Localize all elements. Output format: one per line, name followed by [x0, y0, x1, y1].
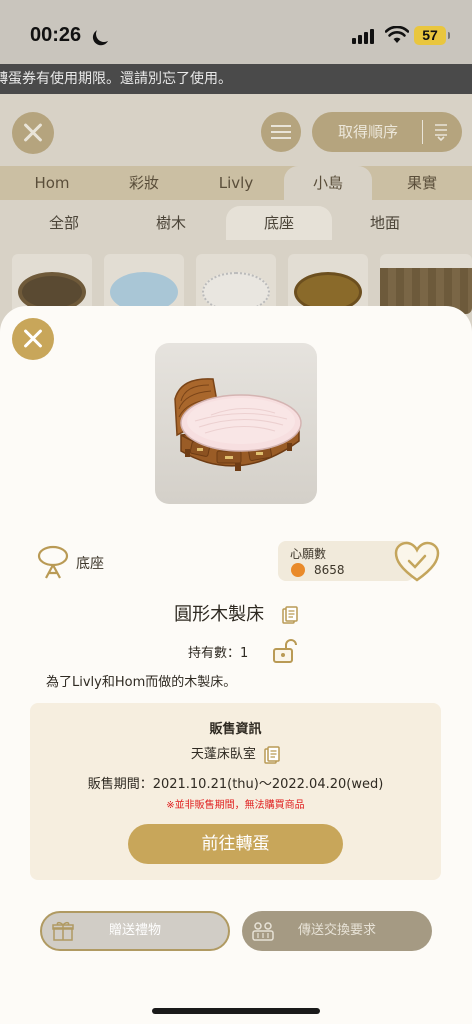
status-time: 00:26	[30, 24, 82, 46]
sort-label: 取得順序	[338, 123, 399, 141]
category-label: 底座	[76, 556, 104, 572]
send-trade-request-button[interactable]: 傳送交換要求	[242, 911, 432, 951]
status-bar: 00:26 57	[0, 0, 472, 64]
signal-icon	[352, 28, 378, 44]
filter-button[interactable]	[261, 112, 301, 152]
gift-icon	[52, 921, 74, 941]
owned-count: 持有數：1	[188, 646, 249, 661]
background-close-button[interactable]	[12, 112, 54, 154]
item-description: 為了Livly和Hom而做的木製床。	[46, 675, 237, 690]
home-indicator[interactable]	[152, 1008, 320, 1014]
sort-icon	[435, 124, 447, 141]
item-thumbnail[interactable]	[104, 254, 184, 314]
send-gift-button[interactable]: 贈送禮物	[40, 911, 230, 951]
sales-shop-row: 天蓬床臥室	[30, 743, 441, 764]
base-category-icon	[37, 545, 69, 579]
tab-hom[interactable]: Hom	[22, 166, 82, 200]
item-thumbnail[interactable]	[196, 254, 276, 314]
item-name: 圓形木製床	[174, 604, 265, 625]
battery-indicator: 57	[414, 26, 450, 45]
notice-banner: 轉蛋券有使用期限。還請別忘了使用。	[0, 64, 472, 94]
item-image	[155, 343, 317, 504]
unlock-icon[interactable]	[272, 638, 298, 664]
shop-details-icon[interactable]	[264, 745, 280, 764]
subtab-ground[interactable]: 地面	[350, 206, 420, 240]
go-to-gacha-button[interactable]: 前往轉蛋	[128, 824, 343, 864]
sales-warning: ※並非販售期間，無法購買商品	[166, 800, 305, 811]
sales-info-title: 販售資訊	[209, 722, 262, 737]
moon-icon	[94, 24, 115, 45]
item-thumbnail[interactable]	[288, 254, 368, 314]
item-name-row: 圓形木製床	[0, 600, 472, 626]
send-trade-request-label: 傳送交換要求	[297, 923, 376, 938]
tab-makeup[interactable]: 彩妝	[114, 166, 174, 200]
sales-period: 販售期間：2021.10.21(thu)～2022.04.20(wed)	[87, 777, 384, 792]
sort-button[interactable]: 取得順序	[312, 112, 462, 152]
tab-livly[interactable]: Livly	[206, 166, 266, 200]
close-button[interactable]	[12, 318, 54, 360]
wifi-icon	[385, 26, 409, 43]
heart-count-icon	[291, 563, 305, 577]
tab-fruit[interactable]: 果實	[392, 166, 452, 200]
trade-icon	[252, 922, 274, 941]
subtab-trees[interactable]: 樹木	[126, 206, 216, 240]
wishlist-count: 8658	[314, 563, 345, 577]
send-gift-label: 贈送禮物	[108, 923, 161, 938]
item-details-icon[interactable]	[282, 606, 298, 624]
sales-shop-name: 天蓬床臥室	[190, 747, 256, 762]
wishlist-panel: 心願數 8658	[278, 541, 444, 583]
item-thumbnail[interactable]	[380, 254, 472, 314]
item-thumbnail[interactable]	[12, 254, 92, 314]
subtab-all[interactable]: 全部	[34, 206, 94, 240]
round-wooden-bed-image	[174, 378, 302, 471]
add-to-wishlist-heart-icon[interactable]	[394, 541, 440, 583]
sales-info-panel: 販售資訊 天蓬床臥室 販售期間：2021.10.21(thu)～2022.04.…	[30, 703, 441, 880]
wishlist-label: 心願數	[290, 547, 327, 561]
tab-island[interactable]: 小島	[284, 166, 372, 200]
item-category: 底座	[36, 544, 146, 580]
subtab-base[interactable]: 底座	[226, 206, 332, 240]
